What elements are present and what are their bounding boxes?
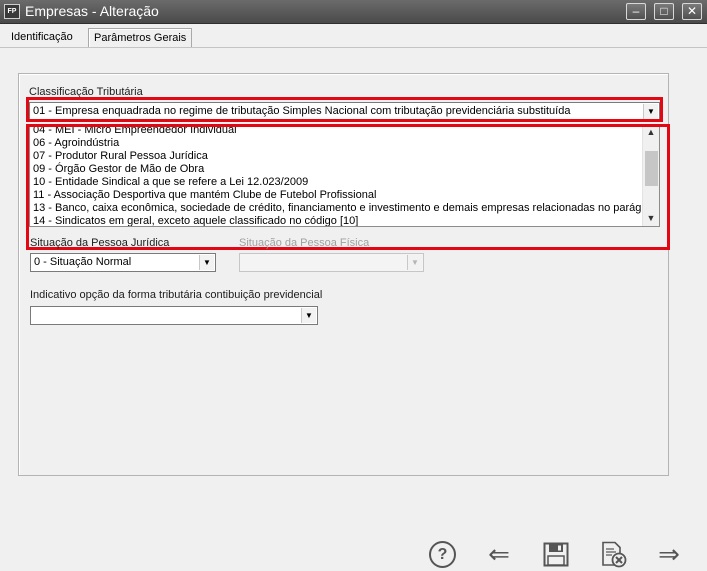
classificacao-options-list[interactable]: 04 - MEI - Micro Empreendedor Individual… [29,124,660,227]
minimize-button[interactable]: – [626,3,646,20]
chevron-down-icon: ▼ [407,255,422,270]
title-bar: FP Empresas - Alteração – □ ✕ [0,0,707,24]
chevron-down-icon[interactable]: ▼ [199,255,214,270]
scroll-up-icon[interactable]: ▲ [643,125,659,140]
list-item[interactable]: 14 - Sindicatos em geral, exceto aquele … [33,215,358,226]
scroll-thumb[interactable] [645,151,658,186]
save-button[interactable] [543,542,569,567]
classificacao-select[interactable]: 01 - Empresa enquadrada no regime de tri… [29,102,660,121]
help-button[interactable]: ? [429,541,456,568]
chevron-down-icon[interactable]: ▼ [301,308,316,323]
save-icon [543,542,569,567]
tab-divider [0,47,707,48]
list-item[interactable]: 09 - Órgão Gestor de Mão de Obra [33,163,204,176]
list-item[interactable]: 07 - Produtor Rural Pessoa Jurídica [33,150,208,163]
tab-identificacao[interactable]: Identificação [6,28,78,48]
app-icon: FP [4,4,20,19]
cancel-edit-button[interactable] [600,541,627,568]
situacao-pf-label: Situação da Pessoa Física [239,237,370,249]
document-cancel-icon [602,541,627,568]
indicativo-label: Indicativo opção da forma tributária con… [30,289,323,301]
list-scrollbar[interactable]: ▲ ▼ [642,125,659,226]
list-item[interactable]: 13 - Banco, caixa econômica, sociedade d… [33,202,659,215]
list-item[interactable]: 10 - Entidade Sindical a que se refere a… [33,176,308,189]
indicativo-select[interactable]: ▼ [30,306,318,325]
list-item[interactable]: 11 - Associação Desportiva que mantém Cl… [33,189,376,202]
situacao-pf-select: ▼ [239,253,424,272]
situacao-pj-label: Situação da Pessoa Jurídica [30,237,170,249]
window-title: Empresas - Alteração [25,3,159,19]
tab-parametros-gerais[interactable]: Parâmetros Gerais [88,28,193,48]
close-button[interactable]: ✕ [682,3,702,20]
maximize-button[interactable]: □ [654,3,674,20]
classificacao-label: Classificação Tributária [29,86,143,98]
chevron-down-icon[interactable]: ▼ [643,104,658,119]
situacao-pj-value: 0 - Situação Normal [34,256,132,268]
back-button[interactable]: ⇐ [484,540,514,568]
situacao-pj-select[interactable]: 0 - Situação Normal ▼ [30,253,216,272]
list-item[interactable]: 04 - MEI - Micro Empreendedor Individual [33,125,237,137]
classificacao-selected-value: 01 - Empresa enquadrada no regime de tri… [33,105,571,117]
scroll-down-icon[interactable]: ▼ [643,211,659,226]
next-button[interactable]: ⇒ [654,540,684,568]
list-item[interactable]: 06 - Agroindústria [33,137,119,150]
